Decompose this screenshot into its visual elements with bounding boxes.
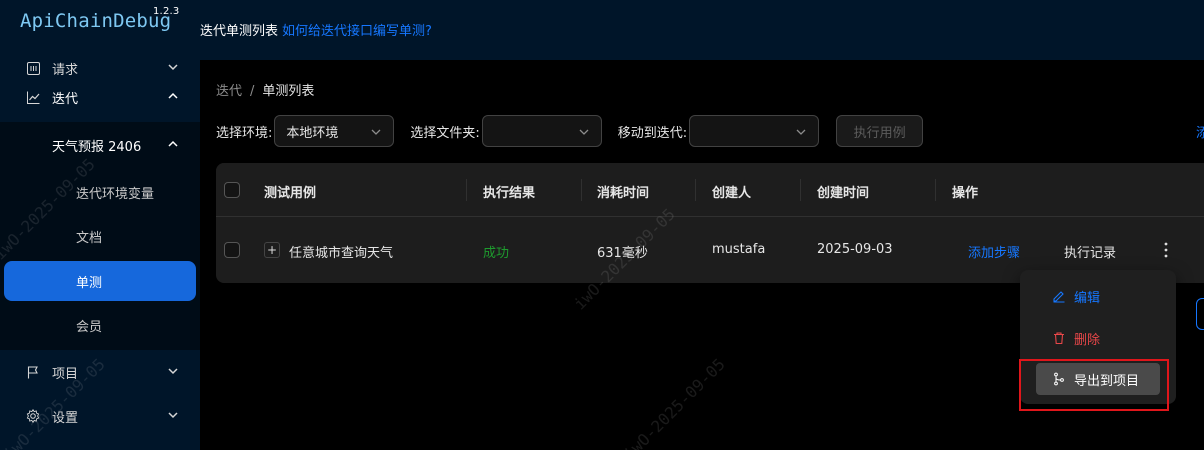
chevron-down-icon [168, 64, 178, 71]
breadcrumb-separator: / [250, 84, 255, 99]
column-header: 执行结果 [483, 186, 536, 201]
breadcrumb-current: 单测列表 [262, 84, 315, 99]
sidebar-item-docs[interactable]: 文档 [0, 216, 200, 256]
column-divider [695, 179, 696, 201]
chevron-down-icon [168, 368, 178, 375]
chevron-down-icon [796, 129, 806, 135]
group-label: 天气预报 2406 [52, 139, 142, 155]
env-select[interactable]: 本地环境 [274, 115, 395, 147]
column-header: 创建时间 [817, 186, 870, 201]
chevron-down-icon [579, 129, 589, 135]
gear-icon [26, 409, 40, 423]
folder-select[interactable] [481, 115, 602, 147]
column-header: 操作 [952, 186, 979, 201]
filter-bar: 选择环境: 本地环境 选择文件夹: 移动到迭代: 执行用例 [216, 115, 924, 147]
row-checkbox[interactable] [224, 242, 240, 258]
created-date: 2025-09-03 [817, 242, 893, 257]
partial-button-edge[interactable] [1196, 298, 1204, 330]
env-select-value: 本地环境 [286, 125, 339, 141]
sidebar-item-label: 设置 [52, 410, 79, 426]
column-divider [581, 179, 582, 201]
creator: mustafa [712, 242, 766, 257]
select-all-checkbox[interactable] [224, 182, 240, 198]
help-link[interactable]: 如何给迭代接口编写单测? [282, 24, 432, 39]
add-steps-link[interactable]: 添加步骤 [968, 242, 1020, 261]
test-case-name: 任意城市查询天气 [289, 246, 394, 261]
sub-item-label: 迭代环境变量 [76, 186, 155, 202]
sidebar-item-label: 迭代 [52, 91, 79, 107]
chevron-down-icon [168, 412, 178, 419]
logo-text: ApiChainDebug [20, 10, 172, 32]
delete-label: 删除 [1074, 332, 1101, 348]
breadcrumb-parent[interactable]: 迭代 [216, 84, 242, 99]
sidebar-item-label: 项目 [52, 366, 79, 382]
column-divider [935, 179, 936, 201]
page-title: 迭代单测列表 如何给迭代接口编写单测? [200, 20, 432, 39]
env-label: 选择环境: [216, 125, 273, 141]
sub-item-label: 文档 [76, 230, 103, 246]
sidebar-item-unit-test[interactable]: 单测 [4, 261, 196, 301]
column-header: 消耗时间 [597, 186, 650, 201]
run-history-link[interactable]: 执行记录 [1064, 242, 1116, 261]
move-iteration-select[interactable] [689, 115, 820, 147]
duration: 631毫秒 [597, 246, 648, 261]
app-version: 1.2.3 [153, 6, 180, 17]
app-logo[interactable]: ApiChainDebug 1.2.3 [20, 6, 179, 32]
result-status: 成功 [483, 246, 510, 261]
breadcrumb: 迭代 / 单测列表 [216, 80, 314, 99]
column-header: 创建人 [712, 186, 752, 201]
trash-icon [1052, 331, 1066, 345]
line-chart-icon [26, 90, 40, 104]
sidebar-group-weather[interactable]: 天气预报 2406 [0, 123, 200, 167]
chevron-up-icon [168, 140, 178, 147]
edit-menu-item[interactable]: 编辑 [1036, 280, 1160, 312]
flag-icon [26, 365, 40, 379]
request-icon [26, 61, 40, 75]
sidebar-item-env-vars[interactable]: 迭代环境变量 [0, 172, 200, 212]
sub-item-label: 会员 [76, 319, 103, 335]
unit-test-table: 测试用例 执行结果 消耗时间 创建人 创建时间 操作 + 任意城市查询天气 成功… [216, 163, 1204, 283]
delete-menu-item[interactable]: 删除 [1036, 322, 1160, 354]
table-header: 测试用例 执行结果 消耗时间 创建人 创建时间 操作 [216, 163, 1204, 217]
chevron-up-icon [168, 92, 178, 99]
sidebar: 请求 迭代 天气预报 2406 迭代环境变量 文档 单测 会员 项目 设置 [0, 60, 200, 450]
edit-icon [1052, 289, 1066, 303]
sidebar-item-iteration[interactable]: 迭代 [0, 75, 200, 119]
highlight-annotation-box [1019, 359, 1169, 411]
expand-row-button[interactable]: + [264, 242, 280, 258]
column-divider [800, 179, 801, 201]
more-vertical-icon[interactable] [1160, 240, 1172, 260]
sidebar-item-project[interactable]: 项目 [0, 350, 200, 394]
page-title-text: 迭代单测列表 [200, 24, 279, 39]
sidebar-item-settings[interactable]: 设置 [0, 394, 200, 438]
folder-label: 选择文件夹: [410, 125, 480, 141]
sub-item-label: 单测 [76, 275, 103, 291]
column-header: 测试用例 [264, 186, 317, 201]
edit-label: 编辑 [1074, 290, 1101, 306]
chevron-down-icon [371, 129, 381, 135]
column-divider [466, 179, 467, 201]
add-link-partial[interactable]: 添 [1196, 122, 1204, 141]
run-cases-button[interactable]: 执行用例 [836, 115, 924, 147]
move-label: 移动到迭代: [617, 125, 688, 141]
sidebar-item-member[interactable]: 会员 [0, 305, 200, 345]
